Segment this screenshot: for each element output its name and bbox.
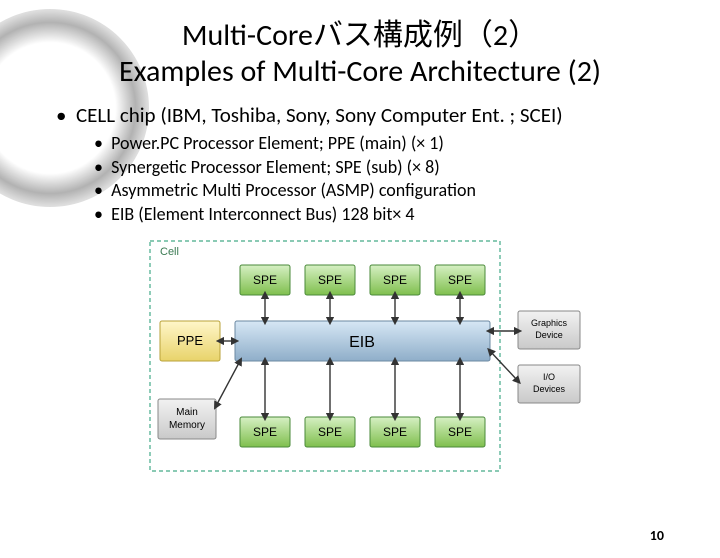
title-line-1: Multi-Coreバス構成例（2） xyxy=(182,17,538,54)
svg-text:SPE: SPE xyxy=(253,425,277,439)
ppe-label: PPE xyxy=(177,333,203,348)
svg-text:SPE: SPE xyxy=(318,425,342,439)
sub-bullet: • Asymmetric Multi Processor (ASMP) conf… xyxy=(94,179,680,202)
slide-title: Multi-Coreバス構成例（2） Examples of Multi-Cor… xyxy=(30,18,690,90)
page-number: 10 xyxy=(650,527,664,544)
svg-text:SPE: SPE xyxy=(253,273,277,287)
sub-bullet: • EIB (Element Interconnect Bus) 128 bit… xyxy=(94,203,680,226)
architecture-diagram: Cell SPE SPE SPE SPE PPE EIB SPE SPE SPE… xyxy=(0,231,720,486)
sub-bullet: • Synergetic Processor Element; SPE (sub… xyxy=(94,156,680,179)
svg-text:I/O: I/O xyxy=(543,372,555,382)
cell-label: Cell xyxy=(160,246,179,258)
svg-text:SPE: SPE xyxy=(383,273,407,287)
svg-text:Device: Device xyxy=(535,330,563,340)
svg-text:SPE: SPE xyxy=(318,273,342,287)
eib-label: EIB xyxy=(349,334,375,351)
bullet-main: • CELL chip (IBM, Toshiba, Sony, Sony Co… xyxy=(56,102,680,128)
sub-bullet: • Power.PC Processor Element; PPE (main)… xyxy=(94,132,680,155)
svg-text:SPE: SPE xyxy=(448,425,472,439)
sub-bullet-list: • Power.PC Processor Element; PPE (main)… xyxy=(94,132,680,225)
svg-text:Graphics: Graphics xyxy=(531,318,568,328)
svg-text:Memory: Memory xyxy=(169,420,205,431)
svg-text:Main: Main xyxy=(176,407,198,418)
svg-text:Devices: Devices xyxy=(533,384,566,394)
title-line-2: Examples of Multi-Core Architecture (2) xyxy=(119,53,601,90)
main-memory-box xyxy=(158,399,216,439)
svg-text:SPE: SPE xyxy=(448,273,472,287)
bullet-list: • CELL chip (IBM, Toshiba, Sony, Sony Co… xyxy=(56,102,680,225)
svg-text:SPE: SPE xyxy=(383,425,407,439)
